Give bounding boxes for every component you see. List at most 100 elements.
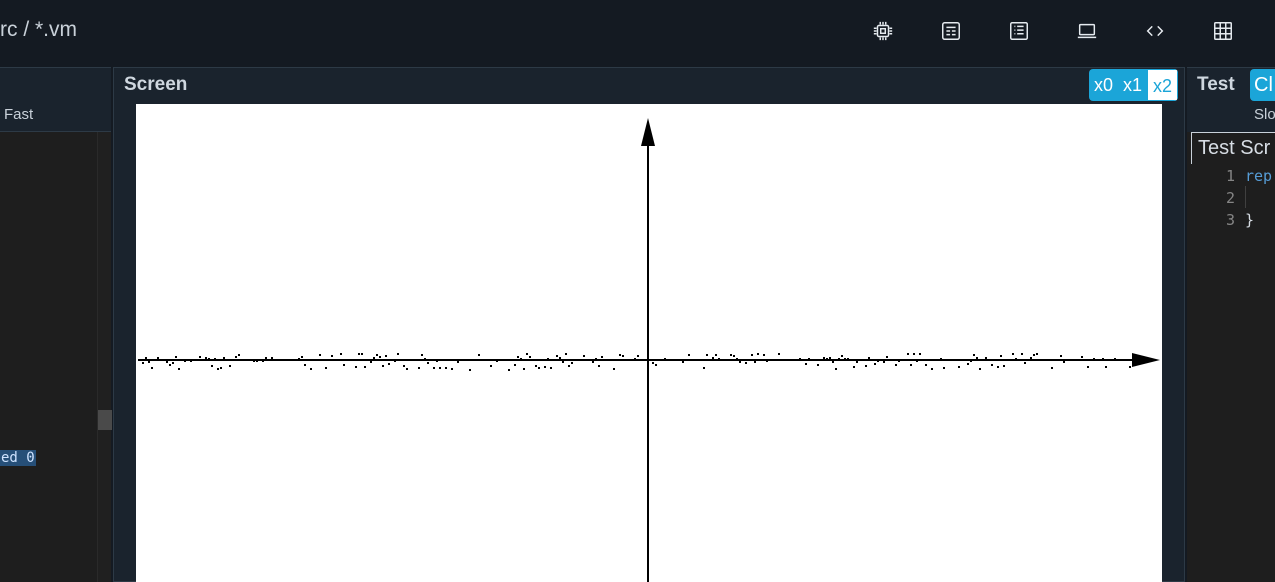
vm-editor-scrollbar[interactable]	[97, 132, 112, 582]
noise-point	[865, 365, 867, 367]
noise-point	[547, 358, 549, 360]
indent-guide	[1245, 186, 1246, 208]
noise-point	[445, 367, 447, 369]
noise-point	[199, 356, 201, 358]
noise-point	[799, 358, 801, 360]
noise-point	[325, 367, 327, 369]
noise-point	[418, 367, 420, 369]
noise-point	[205, 357, 207, 359]
noise-point	[823, 357, 825, 359]
noise-point	[550, 367, 552, 369]
screen-canvas	[138, 118, 1160, 582]
noise-point	[883, 361, 885, 363]
noise-point	[613, 368, 615, 370]
speed-fast-label[interactable]: Fast	[4, 106, 33, 123]
noise-point	[619, 354, 621, 356]
list-icon[interactable]	[1003, 16, 1035, 46]
noise-point	[310, 368, 312, 370]
scrollbar-thumb[interactable]	[98, 410, 112, 430]
scale-x0-button[interactable]: x0	[1089, 69, 1119, 101]
noise-point	[517, 356, 519, 358]
grid-icon[interactable]	[1207, 16, 1239, 46]
noise-point	[1030, 357, 1032, 359]
noise-point	[754, 361, 756, 363]
noise-point	[847, 358, 849, 360]
test-code-editor[interactable]: 1 rep 2 3 }	[1187, 164, 1275, 582]
noise-point	[886, 356, 888, 358]
noise-point	[1000, 355, 1002, 357]
noise-point	[457, 361, 459, 363]
noise-point	[868, 357, 870, 359]
vm-code-editor[interactable]: ed 0	[0, 132, 97, 582]
noise-point	[829, 357, 831, 359]
noise-point	[976, 357, 978, 359]
scale-x2-button[interactable]: x2	[1147, 69, 1179, 101]
noise-point	[172, 362, 174, 364]
noise-point	[208, 358, 210, 360]
tab-test-script[interactable]: Test Scr	[1191, 132, 1275, 164]
noise-point	[373, 357, 375, 359]
noise-point	[319, 354, 321, 356]
noise-point	[568, 365, 570, 367]
noise-point	[436, 360, 438, 362]
noise-point	[529, 356, 531, 358]
code-icon[interactable]	[1139, 16, 1171, 46]
line-number: 1	[1225, 167, 1235, 185]
noise-point	[838, 358, 840, 360]
noise-point	[157, 357, 159, 359]
noise-point	[217, 368, 219, 370]
noise-point	[235, 356, 237, 358]
noise-point	[841, 355, 843, 357]
noise-point	[1036, 353, 1038, 355]
noise-point	[262, 360, 264, 362]
noise-point	[850, 359, 852, 361]
chip-icon[interactable]	[867, 16, 899, 46]
noise-point	[913, 353, 915, 355]
noise-point	[925, 364, 927, 366]
noise-point	[397, 353, 399, 355]
noise-point	[952, 359, 954, 361]
noise-point	[904, 359, 906, 361]
noise-point	[751, 354, 753, 356]
noise-point	[178, 368, 180, 370]
noise-point	[421, 354, 423, 356]
noise-point	[577, 359, 579, 361]
noise-point	[331, 355, 333, 357]
noise-point	[835, 368, 837, 370]
line-content: }	[1245, 211, 1255, 229]
noise-point	[733, 355, 735, 357]
noise-point	[229, 365, 231, 367]
noise-point	[979, 368, 981, 370]
speed-slow-label[interactable]: Slo	[1254, 106, 1275, 123]
noise-point	[265, 357, 267, 359]
screen-panel: Screen x0 x1 x2	[113, 67, 1185, 582]
noise-point	[175, 356, 177, 358]
noise-point	[877, 360, 879, 362]
test-panel-header: Test Cl Slo	[1187, 68, 1275, 132]
line-number: 3	[1225, 211, 1235, 229]
noise-point	[856, 361, 858, 363]
noise-point	[403, 365, 405, 367]
board-icon[interactable]	[935, 16, 967, 46]
noise-point	[415, 359, 417, 361]
noise-point	[637, 355, 639, 357]
noise-point	[514, 364, 516, 366]
scale-x1-button[interactable]: x1	[1118, 69, 1148, 101]
noise-point	[808, 358, 810, 360]
noise-point	[385, 355, 387, 357]
highlighted-code: ed 0	[0, 450, 36, 466]
noise-point	[1003, 365, 1005, 367]
noise-point	[508, 369, 510, 371]
noise-point	[763, 354, 765, 356]
x-axis-arrowhead	[1132, 353, 1160, 367]
noise-point	[622, 355, 624, 357]
clear-button[interactable]: Cl	[1250, 69, 1275, 101]
noise-point	[406, 368, 408, 370]
noise-point	[1129, 366, 1131, 368]
top-bar: rc / *.vm	[0, 0, 1275, 64]
noise-point	[379, 356, 381, 358]
noise-point	[355, 366, 357, 368]
laptop-icon[interactable]	[1071, 16, 1103, 46]
noise-point	[703, 367, 705, 369]
line-content: rep	[1245, 167, 1273, 185]
